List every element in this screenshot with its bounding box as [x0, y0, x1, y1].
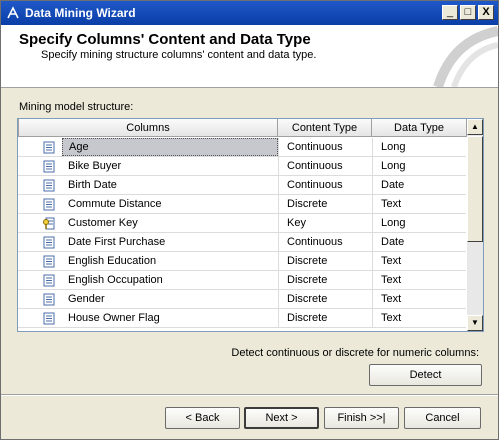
cell-data-type[interactable]: Text	[372, 271, 466, 289]
cell-column-name[interactable]: Bike Buyer	[62, 157, 278, 175]
scroll-up-button[interactable]: ▲	[467, 119, 483, 135]
cell-column-name[interactable]: Date First Purchase	[62, 233, 278, 251]
table-row[interactable]: Bike Buyer Continuous Long	[18, 157, 466, 176]
footer-separator	[1, 394, 498, 396]
table-row[interactable]: Date First Purchase Continuous Date	[18, 233, 466, 252]
cell-column-name[interactable]: English Occupation	[62, 271, 278, 289]
column-icon	[43, 198, 55, 211]
cell-content-type[interactable]: Continuous	[278, 138, 372, 156]
table-row[interactable]: Customer Key Key Long	[18, 214, 466, 233]
cell-content-type[interactable]: Key	[278, 214, 372, 232]
grid-header: Columns Content Type Data Type	[18, 119, 467, 138]
cell-content-type[interactable]: Discrete	[278, 290, 372, 308]
table-row[interactable]: Commute Distance Discrete Text	[18, 195, 466, 214]
wizard-header: Specify Columns' Content and Data Type S…	[1, 25, 498, 88]
table-row[interactable]: English Occupation Discrete Text	[18, 271, 466, 290]
wizard-window: Data Mining Wizard _ □ X Specify Columns…	[0, 0, 499, 440]
grid-rows: Age Continuous Long Bike Buyer Continuous Lon…	[18, 138, 466, 328]
wizard-swoosh-graphic	[433, 26, 498, 87]
cell-content-type[interactable]: Discrete	[278, 271, 372, 289]
column-icon	[43, 312, 55, 325]
next-button[interactable]: Next >	[244, 407, 319, 429]
cell-data-type[interactable]: Text	[372, 252, 466, 270]
cell-column-name[interactable]: Gender	[62, 290, 278, 308]
cell-data-type[interactable]: Long	[372, 138, 466, 156]
cell-content-type[interactable]: Discrete	[278, 195, 372, 213]
cell-content-type[interactable]: Continuous	[278, 176, 372, 194]
table-row[interactable]: House Owner Flag Discrete Text	[18, 309, 466, 328]
page-title: Specify Columns' Content and Data Type	[19, 31, 311, 48]
maximize-button[interactable]: □	[460, 5, 476, 20]
finish-button[interactable]: Finish >>|	[324, 407, 399, 429]
columns-grid[interactable]: Columns Content Type Data Type Age Contin…	[17, 118, 484, 332]
cell-data-type[interactable]: Long	[372, 157, 466, 175]
wizard-app-icon	[7, 6, 19, 19]
scroll-down-button[interactable]: ▼	[467, 315, 483, 331]
cell-data-type[interactable]: Date	[372, 176, 466, 194]
cell-column-name[interactable]: English Education	[62, 252, 278, 270]
title-bar[interactable]: Data Mining Wizard _ □ X	[1, 1, 498, 25]
table-row[interactable]: Age Continuous Long	[18, 138, 466, 157]
key-icon	[43, 217, 55, 230]
cell-content-type[interactable]: Continuous	[278, 157, 372, 175]
cancel-button[interactable]: Cancel	[404, 407, 481, 429]
cell-data-type[interactable]: Text	[372, 309, 466, 327]
minimize-button[interactable]: _	[442, 5, 458, 20]
mining-model-structure-label: Mining model structure:	[19, 101, 134, 113]
column-icon	[43, 293, 55, 306]
cell-data-type[interactable]: Text	[372, 195, 466, 213]
cell-column-name[interactable]: Birth Date	[62, 176, 278, 194]
column-icon	[43, 274, 55, 287]
window-title: Data Mining Wizard	[25, 6, 136, 20]
cell-column-name[interactable]: House Owner Flag	[62, 309, 278, 327]
column-icon	[43, 255, 55, 268]
back-button[interactable]: < Back	[165, 407, 240, 429]
page-subtitle: Specify mining structure columns' conten…	[41, 49, 317, 61]
cell-content-type[interactable]: Discrete	[278, 252, 372, 270]
cell-column-name[interactable]: Commute Distance	[62, 195, 278, 213]
column-icon	[43, 141, 55, 154]
header-columns[interactable]: Columns	[18, 119, 278, 137]
cell-data-type[interactable]: Date	[372, 233, 466, 251]
close-button[interactable]: X	[478, 5, 494, 20]
table-row[interactable]: Birth Date Continuous Date	[18, 176, 466, 195]
column-icon	[43, 236, 55, 249]
column-icon	[43, 160, 55, 173]
header-data-type[interactable]: Data Type	[372, 119, 467, 137]
cell-data-type[interactable]: Text	[372, 290, 466, 308]
detect-button[interactable]: Detect	[369, 364, 482, 386]
vertical-scrollbar[interactable]: ▲ ▼	[467, 119, 483, 331]
cell-column-name[interactable]: Customer Key	[62, 214, 278, 232]
table-row[interactable]: Gender Discrete Text	[18, 290, 466, 309]
cell-content-type[interactable]: Discrete	[278, 309, 372, 327]
cell-data-type[interactable]: Long	[372, 214, 466, 232]
table-row[interactable]: English Education Discrete Text	[18, 252, 466, 271]
scroll-thumb[interactable]	[467, 136, 483, 242]
cell-column-name[interactable]: Age	[62, 138, 278, 156]
cell-content-type[interactable]: Continuous	[278, 233, 372, 251]
column-icon	[43, 179, 55, 192]
detect-label: Detect continuous or discrete for numeri…	[231, 347, 479, 359]
header-content-type[interactable]: Content Type	[278, 119, 372, 137]
